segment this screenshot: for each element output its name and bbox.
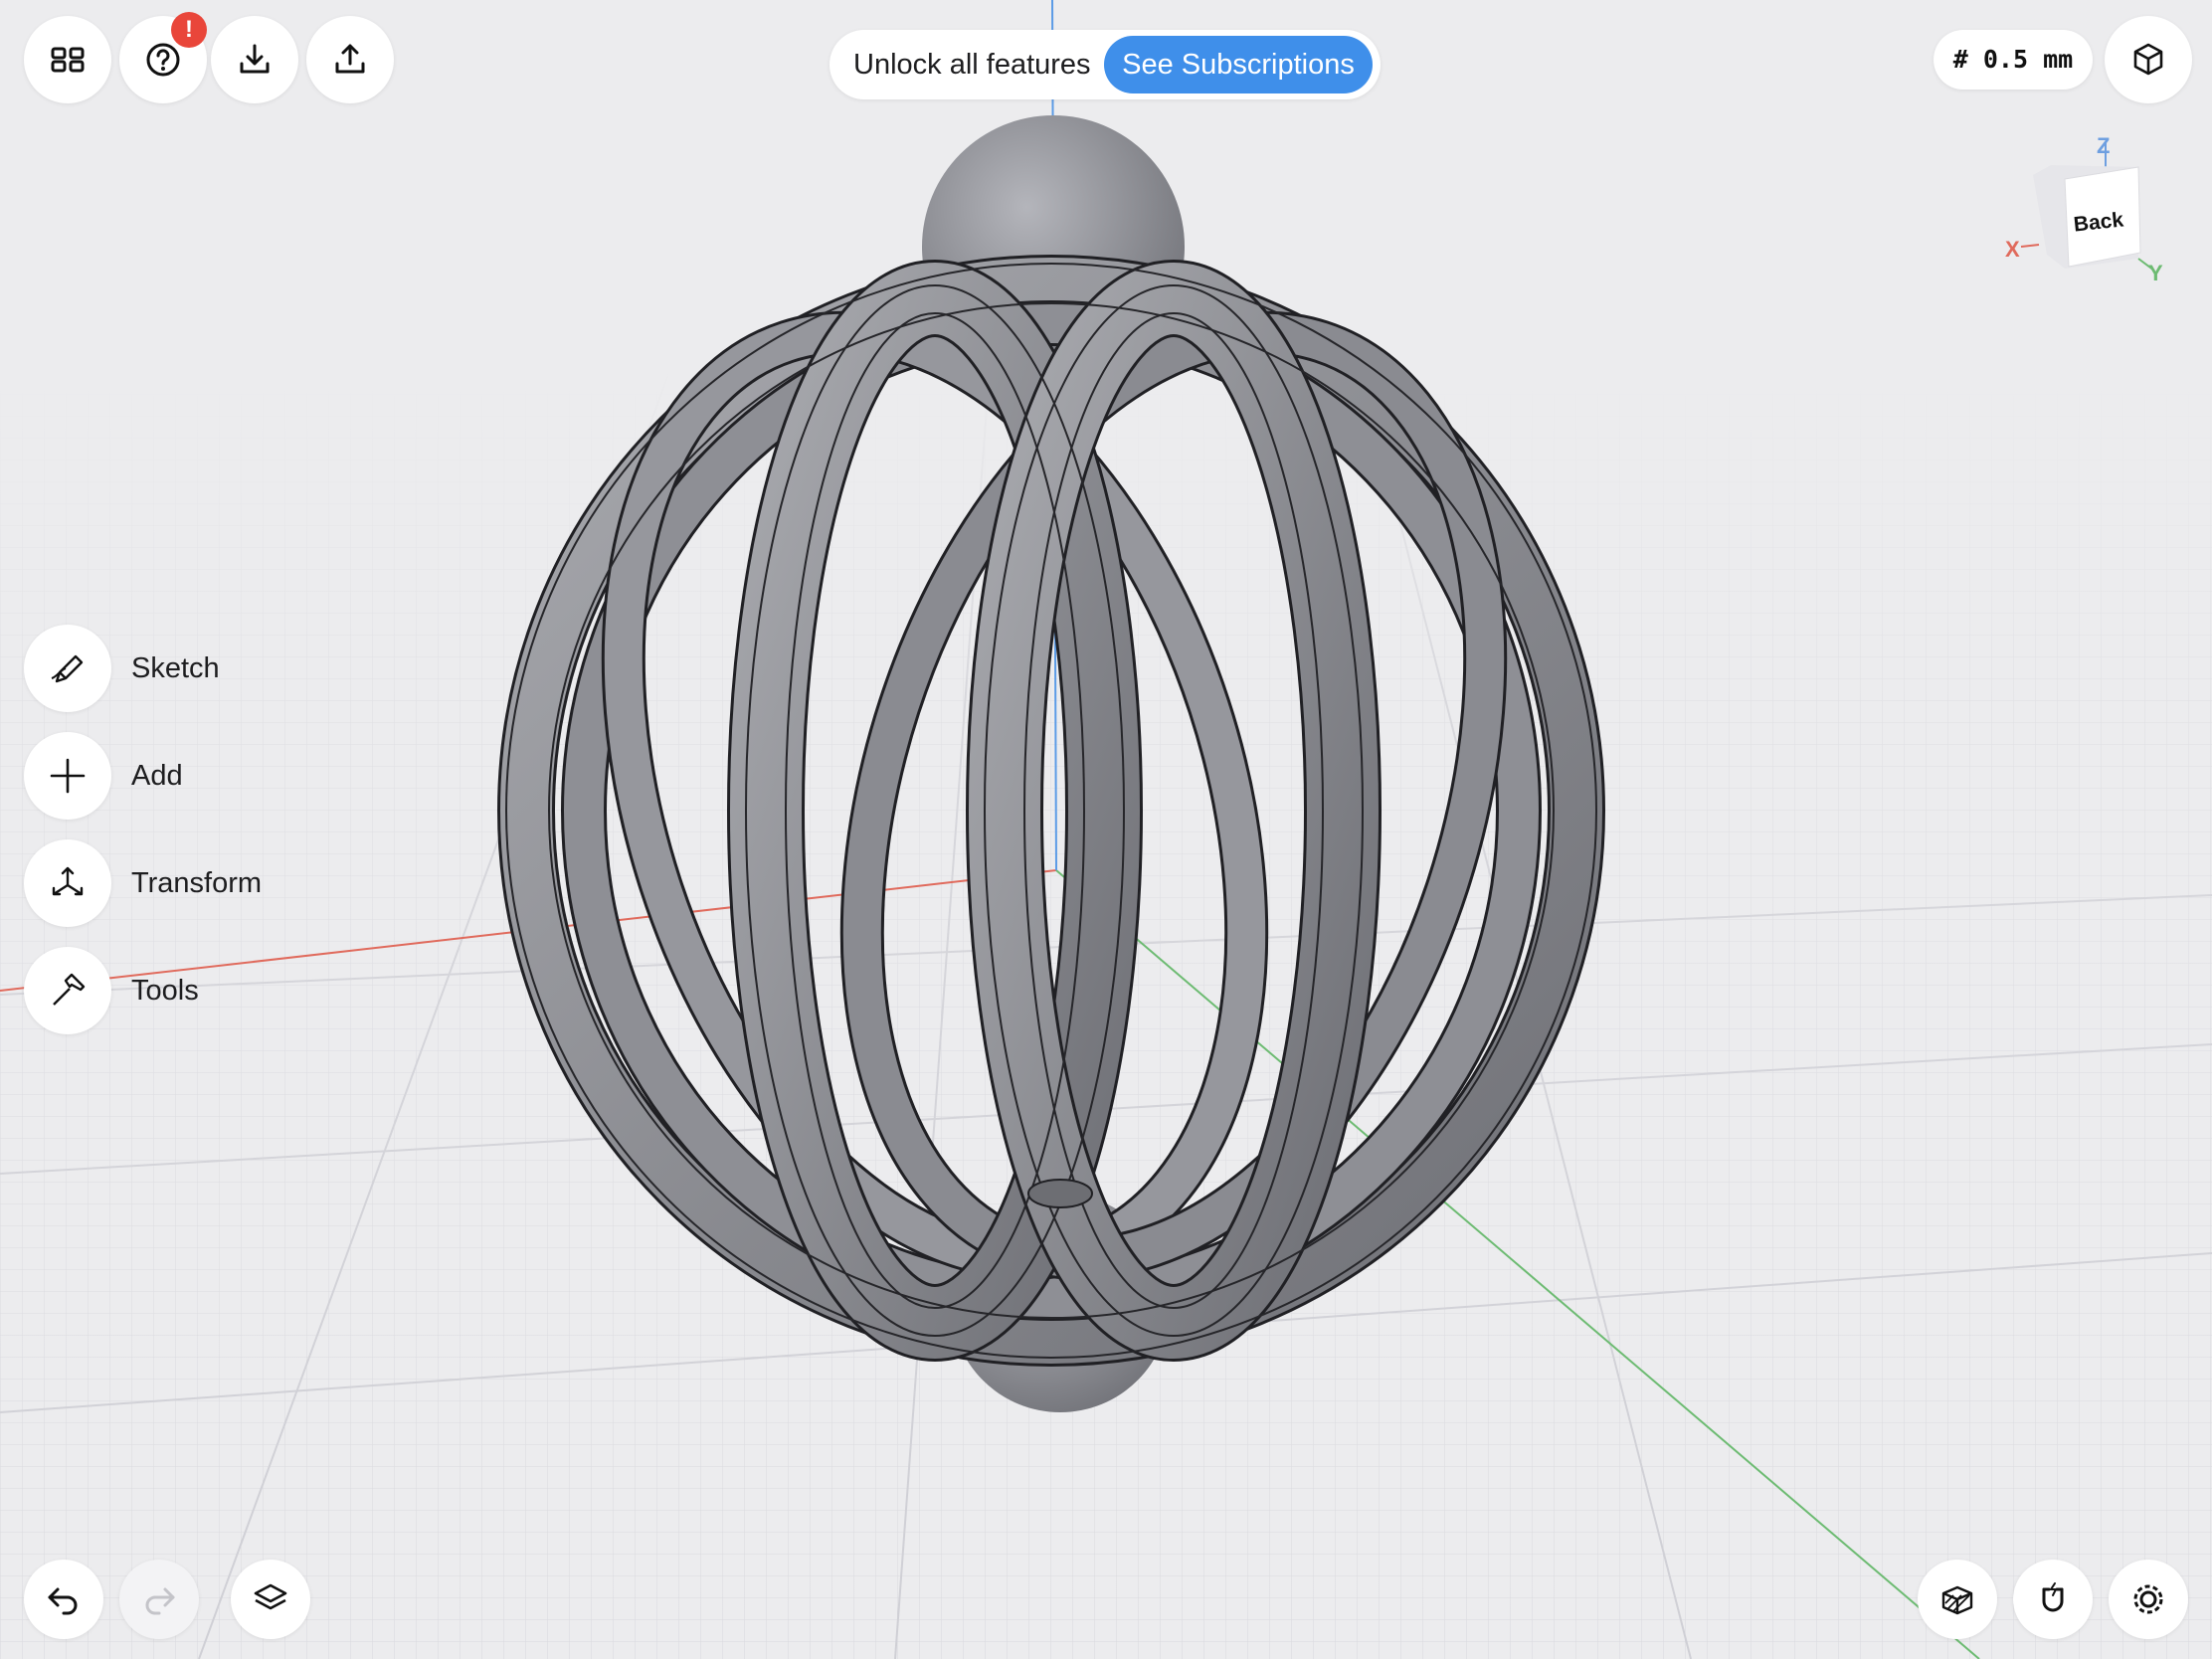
help-icon — [146, 43, 180, 77]
sketch-menu-item[interactable]: Sketch — [24, 625, 422, 712]
subscription-banner: Unlock all features See Subscriptions — [830, 30, 1381, 99]
3d-viewport[interactable] — [0, 0, 2212, 1659]
undo-button[interactable] — [24, 1560, 103, 1639]
add-menu-item[interactable]: Add — [24, 732, 422, 820]
transform-label: Transform — [131, 867, 263, 899]
transform-menu-item[interactable]: Transform — [24, 839, 422, 927]
sketch-label: Sketch — [131, 652, 220, 684]
export-icon — [335, 44, 365, 74]
tools-label: Tools — [131, 975, 199, 1007]
import-button[interactable] — [211, 16, 298, 103]
hammer-icon — [53, 973, 86, 1006]
plus-icon — [50, 758, 86, 794]
layers-button[interactable] — [231, 1560, 310, 1639]
undo-icon — [48, 1587, 78, 1615]
add-button[interactable] — [24, 732, 111, 820]
snap-button[interactable] — [2013, 1560, 2093, 1639]
transform-button[interactable] — [24, 839, 111, 927]
import-icon — [240, 44, 270, 74]
notification-badge: ! — [171, 12, 207, 48]
add-label: Add — [131, 760, 183, 792]
view-cube-icon — [2133, 43, 2163, 76]
tools-button[interactable] — [24, 947, 111, 1034]
settings-gear-icon — [2133, 1584, 2163, 1614]
promo-text: Unlock all features — [853, 49, 1091, 81]
tools-menu-item[interactable]: Tools — [24, 947, 422, 1034]
layers-icon — [254, 1583, 287, 1610]
export-button[interactable] — [306, 16, 394, 103]
render-mode-icon — [1941, 1585, 1973, 1615]
z-axis-label: Z — [2097, 133, 2111, 158]
transform-arrows-icon — [52, 866, 84, 896]
grid-icon — [51, 47, 85, 73]
render-mode-button[interactable] — [1918, 1560, 1997, 1639]
snap-magnet-icon — [2042, 1582, 2064, 1612]
x-axis-label: X — [2005, 237, 2020, 262]
view-mode-button[interactable] — [2105, 16, 2192, 103]
pencil-icon — [51, 654, 84, 683]
redo-button[interactable] — [119, 1560, 199, 1639]
see-subscriptions-button[interactable]: See Subscriptions — [1104, 36, 1373, 93]
grid-size-indicator[interactable]: # 0.5 mm — [1934, 30, 2093, 90]
redo-icon — [145, 1587, 175, 1615]
y-axis-label: Y — [2148, 261, 2163, 285]
sketch-button[interactable] — [24, 625, 111, 712]
grid-view-button[interactable] — [24, 16, 111, 103]
settings-button[interactable] — [2109, 1560, 2188, 1639]
